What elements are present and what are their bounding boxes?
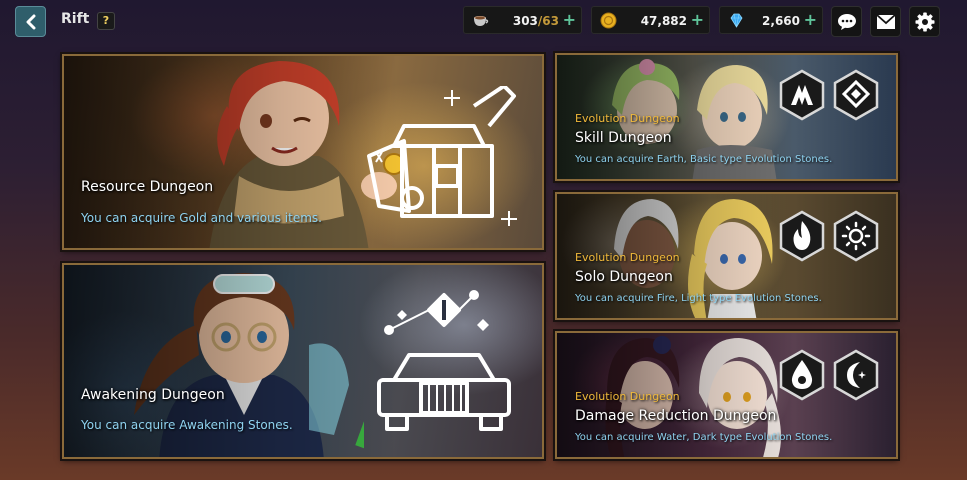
gear-icon bbox=[915, 12, 934, 31]
chat-button[interactable] bbox=[831, 6, 862, 37]
skill-dungeon-title: Skill Dungeon bbox=[575, 130, 672, 146]
solo-dungeon-card[interactable]: Evolution Dungeon Solo Dungeon You can a… bbox=[555, 192, 898, 320]
back-button[interactable] bbox=[15, 6, 46, 37]
diamond-value: 2,660 bbox=[762, 14, 800, 28]
stamina-counter: 303/63 + bbox=[463, 6, 582, 34]
mail-icon bbox=[875, 13, 896, 29]
coffee-cup-icon bbox=[474, 16, 489, 26]
skill-dungeon-category: Evolution Dungeon bbox=[575, 112, 680, 125]
awakening-dungeon-description: You can acquire Awakening Stones. bbox=[81, 418, 293, 432]
gold-coin-icon bbox=[600, 12, 617, 29]
damage-reduction-dungeon-title: Damage Reduction Dungeon bbox=[575, 408, 777, 424]
resource-dungeon-title: Resource Dungeon bbox=[81, 179, 214, 195]
solo-dungeon-description: You can acquire Fire, Light type Evoluti… bbox=[575, 293, 822, 304]
page-title: Rift bbox=[61, 11, 90, 27]
skill-dungeon-description: You can acquire Earth, Basic type Evolut… bbox=[575, 154, 833, 165]
awakening-dungeon-card[interactable]: Awakening Dungeon You can acquire Awaken… bbox=[62, 263, 544, 459]
add-stamina-button[interactable]: + bbox=[563, 10, 576, 29]
diamond-counter: 2,660 + bbox=[719, 6, 823, 34]
resource-dungeon-card[interactable]: Resource Dungeon You can acquire Gold an… bbox=[62, 54, 544, 250]
add-gold-button[interactable]: + bbox=[691, 10, 704, 29]
settings-button[interactable] bbox=[909, 6, 940, 37]
mail-button[interactable] bbox=[870, 6, 901, 37]
rift-screen: { "header": { "title": "Rift", "help_lab… bbox=[0, 0, 967, 480]
vehicle-icon bbox=[377, 290, 511, 431]
damage-reduction-dungeon-card[interactable]: Evolution Dungeon Damage Reduction Dunge… bbox=[555, 331, 898, 459]
fire-element-icon bbox=[779, 210, 825, 262]
add-diamond-button[interactable]: + bbox=[804, 10, 817, 29]
diamond-icon bbox=[730, 13, 743, 28]
stamina-cap: /63 bbox=[537, 14, 559, 28]
skill-dungeon-card[interactable]: Evolution Dungeon Skill Dungeon You can … bbox=[555, 53, 898, 181]
damage-reduction-dungeon-description: You can acquire Water, Dark type Evoluti… bbox=[575, 432, 833, 443]
basic-element-icon bbox=[833, 69, 879, 121]
dark-element-icon bbox=[833, 349, 879, 401]
solo-dungeon-title: Solo Dungeon bbox=[575, 269, 673, 285]
water-element-icon bbox=[779, 349, 825, 401]
help-button[interactable]: ? bbox=[97, 12, 115, 30]
light-element-icon bbox=[833, 210, 879, 262]
damage-reduction-dungeon-category: Evolution Dungeon bbox=[575, 390, 680, 403]
earth-element-icon bbox=[779, 69, 825, 121]
treasure-chest-icon bbox=[367, 86, 517, 226]
resource-dungeon-description: You can acquire Gold and various items. bbox=[81, 211, 322, 225]
awakening-dungeon-title: Awakening Dungeon bbox=[81, 387, 225, 403]
gold-value: 47,882 bbox=[640, 14, 687, 28]
chat-icon bbox=[837, 13, 856, 30]
stamina-current: 303 bbox=[512, 14, 538, 28]
solo-dungeon-category: Evolution Dungeon bbox=[575, 251, 680, 264]
chevron-left-icon bbox=[26, 14, 35, 29]
gold-counter: 47,882 + bbox=[591, 6, 710, 34]
